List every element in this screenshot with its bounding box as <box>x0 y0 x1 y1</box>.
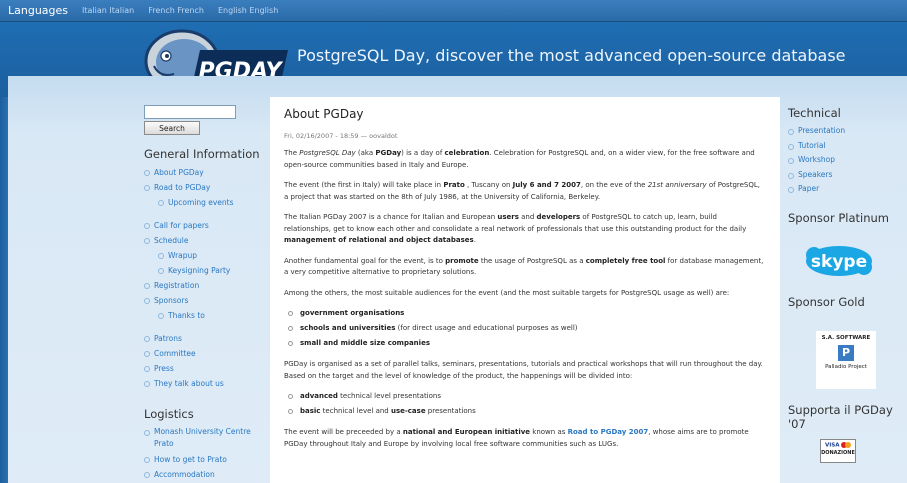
general-nav: About PGDay Road to PGDay Upcoming event… <box>144 165 264 391</box>
nav-item-monash-university[interactable]: Monash University Centre Prato <box>144 425 264 452</box>
lang-link-english[interactable]: English English <box>218 6 278 15</box>
nav-item-schedule[interactable]: Schedule <box>144 233 264 248</box>
paragraph-audiences: Among the others, the most suitable audi… <box>284 288 730 297</box>
paragraph-organisation: PGDay is organised as a set of parallel … <box>284 360 763 380</box>
palladio-icon: P <box>838 344 854 361</box>
right-sidebar: Technical Presentation Tutorial Workshop… <box>788 106 907 463</box>
left-stripe <box>0 97 8 483</box>
nav-item-registration[interactable]: Registration <box>144 278 264 293</box>
nav-item-thanks-to[interactable]: Thanks to <box>144 308 264 323</box>
sponsor-gold-heading: Sponsor Gold <box>788 294 865 309</box>
left-sidebar: Search General Information About PGDay R… <box>144 105 264 482</box>
logistics-nav: Monash University Centre Prato How to ge… <box>144 425 264 482</box>
list-item: government organisations <box>288 306 766 321</box>
nav-item-workshop[interactable]: Workshop <box>788 153 907 168</box>
nav-item-call-for-papers[interactable]: Call for papers <box>144 218 264 233</box>
donation-label: DONAZIONE <box>821 450 855 456</box>
logistics-heading: Logistics <box>144 407 194 421</box>
paragraph-chance: The Italian PGDay 2007 is a chance for I… <box>284 213 747 244</box>
nav-item-speakers[interactable]: Speakers <box>788 168 907 183</box>
sa-software-logo[interactable]: S.A. SOFTWARE P Palladio Project <box>816 330 876 389</box>
audiences-list: government organisations schools and uni… <box>288 306 766 351</box>
nav-item-tutorial[interactable]: Tutorial <box>788 139 907 154</box>
card-icons: VISA <box>821 441 855 448</box>
list-item: schools and universities (for direct usa… <box>288 321 766 336</box>
road-to-pgday-link[interactable]: Road to PGDay 2007 <box>568 428 649 436</box>
sa-software-title: S.A. SOFTWARE <box>821 334 871 341</box>
technical-heading: Technical <box>788 106 841 120</box>
list-item: basic technical level and use-case prese… <box>288 404 766 419</box>
list-item: advanced technical level presentations <box>288 389 766 404</box>
languages-title: Languages <box>8 4 69 17</box>
general-information-heading: General Information <box>144 147 260 161</box>
nav-item-they-talk-about-us[interactable]: They talk about us <box>144 376 264 391</box>
post-meta: Fri, 02/16/2007 - 18:59 — oovaldot <box>284 132 398 140</box>
nav-item-keysigning-party[interactable]: Keysigning Party <box>144 263 264 278</box>
lang-link-italian[interactable]: Italian Italian <box>82 6 134 15</box>
site-title: PostgreSQL Day, discover the most advanc… <box>297 46 846 65</box>
nav-item-upcoming-events[interactable]: Upcoming events <box>144 195 264 210</box>
nav-item-about-pgday[interactable]: About PGDay <box>144 165 264 180</box>
main-content: About PGDay Fri, 02/16/2007 - 18:59 — oo… <box>270 97 780 483</box>
list-item: small and middle size companies <box>288 336 766 351</box>
nav-item-road-to-pgday[interactable]: Road to PGDay <box>144 180 264 195</box>
nav-item-wrapup[interactable]: Wrapup <box>144 248 264 263</box>
levels-list: advanced technical level presentations b… <box>288 389 766 419</box>
skype-text: skype <box>811 252 867 272</box>
sa-software-caption: Palladio Project <box>825 363 867 370</box>
paragraph-road: The event will be preceeded by a nationa… <box>284 428 749 448</box>
lang-link-french[interactable]: French French <box>148 6 204 15</box>
nav-item-sponsors[interactable]: Sponsors <box>144 293 264 308</box>
donation-badge[interactable]: VISA DONAZIONE <box>820 438 856 463</box>
paragraph-intro: The PostgreSQL Day (aka PGDay) is a day … <box>284 149 755 169</box>
nav-item-accommodation[interactable]: Accommodation <box>144 467 264 482</box>
search-input[interactable] <box>144 105 236 119</box>
nav-item-paper[interactable]: Paper <box>788 182 907 197</box>
paragraph-location: The event (the first in Italy) will take… <box>284 181 761 201</box>
paragraph-goal: Another fundamental goal for the event, … <box>284 256 764 277</box>
sponsor-platinum-heading: Sponsor Platinum <box>788 210 889 225</box>
support-heading: Supporta il PGDay '07 <box>788 402 893 431</box>
page-title: About PGDay <box>284 107 364 121</box>
technical-nav: Presentation Tutorial Workshop Speakers … <box>788 124 907 197</box>
search-button[interactable]: Search <box>144 121 200 135</box>
nav-item-committee[interactable]: Committee <box>144 346 264 361</box>
skype-logo[interactable]: skype <box>804 243 874 279</box>
nav-item-how-to-get-to-prato[interactable]: How to get to Prato <box>144 452 264 467</box>
nav-item-press[interactable]: Press <box>144 361 264 376</box>
language-bar: Languages Italian Italian French French … <box>0 0 907 22</box>
nav-item-presentation[interactable]: Presentation <box>788 124 907 139</box>
nav-item-patrons[interactable]: Patrons <box>144 331 264 346</box>
